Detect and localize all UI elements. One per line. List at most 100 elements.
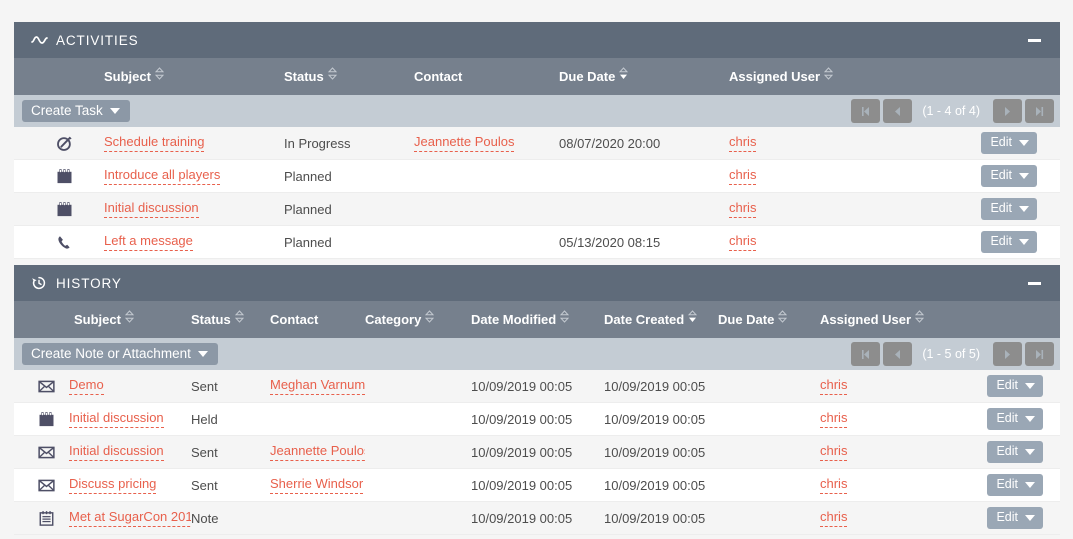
first-page-icon[interactable] xyxy=(851,342,881,366)
subject-link[interactable]: Met at SugarCon 2010 xyxy=(69,509,191,527)
history-col-subject[interactable]: Subject xyxy=(74,310,191,327)
sort-both-icon[interactable] xyxy=(234,310,244,323)
row-type-icon-cell xyxy=(14,411,69,428)
history-cell-assigned-user: chris xyxy=(820,410,920,428)
activities-col-subject-label: Subject xyxy=(104,69,151,84)
history-cell-date-created: 10/09/2019 00:05 xyxy=(604,378,706,394)
contact-link[interactable]: Meghan Varnum xyxy=(270,377,365,395)
chevron-down-icon xyxy=(1025,514,1035,521)
subject-link[interactable]: Discuss pricing xyxy=(69,476,157,494)
edit-button[interactable]: Edit xyxy=(981,165,1037,187)
subject-link[interactable]: Initial discussion xyxy=(69,443,164,461)
assigned-user-link[interactable]: chris xyxy=(820,410,848,428)
edit-button[interactable]: Edit xyxy=(987,441,1043,463)
contact-link[interactable]: Sherrie Windsor xyxy=(270,476,364,494)
history-cell-subject: Discuss pricing xyxy=(69,476,191,494)
history-cell-status: Note xyxy=(191,510,219,526)
sort-both-icon[interactable] xyxy=(327,67,337,80)
history-table-row[interactable]: Demo Sent Meghan Varnum 10/09/2019 00:05 10/… xyxy=(14,370,1060,403)
email-envelope-icon xyxy=(38,378,55,395)
next-page-icon[interactable] xyxy=(993,99,1022,123)
assigned-user-link[interactable]: chris xyxy=(729,233,757,251)
subject-link[interactable]: Left a message xyxy=(104,233,193,251)
sort-desc-icon[interactable] xyxy=(619,67,629,80)
edit-button[interactable]: Edit xyxy=(981,198,1037,220)
chevron-down-icon xyxy=(109,107,120,114)
contact-link[interactable]: Jeannette Poulos xyxy=(414,134,515,152)
assigned-user-link[interactable]: chris xyxy=(820,443,848,461)
history-col-contact[interactable]: Contact xyxy=(270,312,365,327)
create-note-or-attachment-button[interactable]: Create Note or Attachment xyxy=(22,342,218,366)
subject-link[interactable]: Initial discussion xyxy=(104,200,199,218)
activities-cell-status: Planned xyxy=(284,234,332,250)
activities-cell-subject: Schedule training xyxy=(104,134,284,152)
edit-button[interactable]: Edit xyxy=(987,474,1043,496)
history-table-row[interactable]: Discuss pricing Sent Sherrie Windsor 10/09/… xyxy=(14,469,1060,502)
activities-col-status[interactable]: Status xyxy=(284,67,414,84)
activities-col-subject[interactable]: Subject xyxy=(104,67,284,84)
activities-table-row[interactable]: Introduce all players Planned chris Edit xyxy=(14,160,1060,193)
subject-link[interactable]: Schedule training xyxy=(104,134,205,152)
subject-link[interactable]: Initial discussion xyxy=(69,410,164,428)
history-col-due-date[interactable]: Due Date xyxy=(718,310,820,327)
assigned-user-link[interactable]: chris xyxy=(820,377,848,395)
history-table-row[interactable]: Initial discussion Held 10/09/2019 00:05 10… xyxy=(14,403,1060,436)
history-col-assigned-user[interactable]: Assigned User xyxy=(820,310,970,327)
row-type-icon-cell xyxy=(14,135,104,152)
activities-table-row[interactable]: Left a message Planned 05/13/2020 08:15 chr… xyxy=(14,226,1060,259)
history-table-row[interactable]: Met at SugarCon 2010 Note 10/09/2019 00:05… xyxy=(14,502,1060,535)
activities-collapse-button[interactable] xyxy=(1022,28,1046,52)
assigned-user-link[interactable]: chris xyxy=(729,200,757,218)
prev-page-icon[interactable] xyxy=(883,99,913,123)
first-page-icon[interactable] xyxy=(851,99,881,123)
edit-button[interactable]: Edit xyxy=(987,507,1043,529)
chevron-down-icon xyxy=(1019,205,1029,212)
activities-cell-actions: Edit xyxy=(849,165,1060,187)
contact-link[interactable]: Jeannette Poulos xyxy=(270,443,365,461)
assigned-user-link[interactable]: chris xyxy=(729,134,757,152)
assigned-user-link[interactable]: chris xyxy=(729,167,757,185)
meeting-calendar-icon xyxy=(38,411,55,428)
sort-desc-icon[interactable] xyxy=(688,310,698,323)
row-type-icon-cell xyxy=(14,201,104,218)
sort-both-icon[interactable] xyxy=(425,310,435,323)
edit-button[interactable]: Edit xyxy=(987,408,1043,430)
activities-col-due-date[interactable]: Due Date xyxy=(559,67,729,84)
history-col-date-modified[interactable]: Date Modified xyxy=(471,310,604,327)
activities-col-assigned-user[interactable]: Assigned User xyxy=(729,67,929,84)
history-cell-date-created: 10/09/2019 00:05 xyxy=(604,444,706,460)
activities-table-row[interactable]: Schedule training In Progress Jeannette Po… xyxy=(14,127,1060,160)
last-page-icon[interactable] xyxy=(1025,342,1054,366)
sort-both-icon[interactable] xyxy=(914,310,925,323)
edit-button[interactable]: Edit xyxy=(987,375,1043,397)
subject-link[interactable]: Demo xyxy=(69,377,104,395)
edit-button[interactable]: Edit xyxy=(981,231,1037,253)
sort-both-icon[interactable] xyxy=(778,310,788,323)
history-title: HISTORY xyxy=(56,275,122,291)
history-collapse-button[interactable] xyxy=(1022,271,1046,295)
sort-both-icon[interactable] xyxy=(560,310,570,323)
history-col-subject-label: Subject xyxy=(74,312,121,327)
history-col-status[interactable]: Status xyxy=(191,310,270,327)
edit-button[interactable]: Edit xyxy=(981,132,1037,154)
activities-table-row[interactable]: Initial discussion Planned chris Edit xyxy=(14,193,1060,226)
activities-cell-status: Planned xyxy=(284,201,332,217)
email-envelope-icon xyxy=(38,444,55,461)
sort-both-icon[interactable] xyxy=(823,67,834,80)
activities-col-contact[interactable]: Contact xyxy=(414,69,559,84)
history-cell-subject: Met at SugarCon 2010 xyxy=(69,509,191,527)
sort-both-icon[interactable] xyxy=(124,310,135,323)
subject-link[interactable]: Introduce all players xyxy=(104,167,221,185)
create-task-button[interactable]: Create Task xyxy=(22,99,130,123)
history-table-body: Demo Sent Meghan Varnum 10/09/2019 00:05 10/… xyxy=(14,370,1060,535)
next-page-icon[interactable] xyxy=(993,342,1022,366)
history-cell-date-modified: 10/09/2019 00:05 xyxy=(471,411,573,427)
assigned-user-link[interactable]: chris xyxy=(820,509,848,527)
assigned-user-link[interactable]: chris xyxy=(820,476,848,494)
history-col-category[interactable]: Category xyxy=(365,310,471,327)
history-table-row[interactable]: Initial discussion Sent Jeannette Poulos 10… xyxy=(14,436,1060,469)
history-col-date-created[interactable]: Date Created xyxy=(604,310,718,327)
sort-both-icon[interactable] xyxy=(154,67,165,80)
last-page-icon[interactable] xyxy=(1025,99,1054,123)
prev-page-icon[interactable] xyxy=(883,342,913,366)
